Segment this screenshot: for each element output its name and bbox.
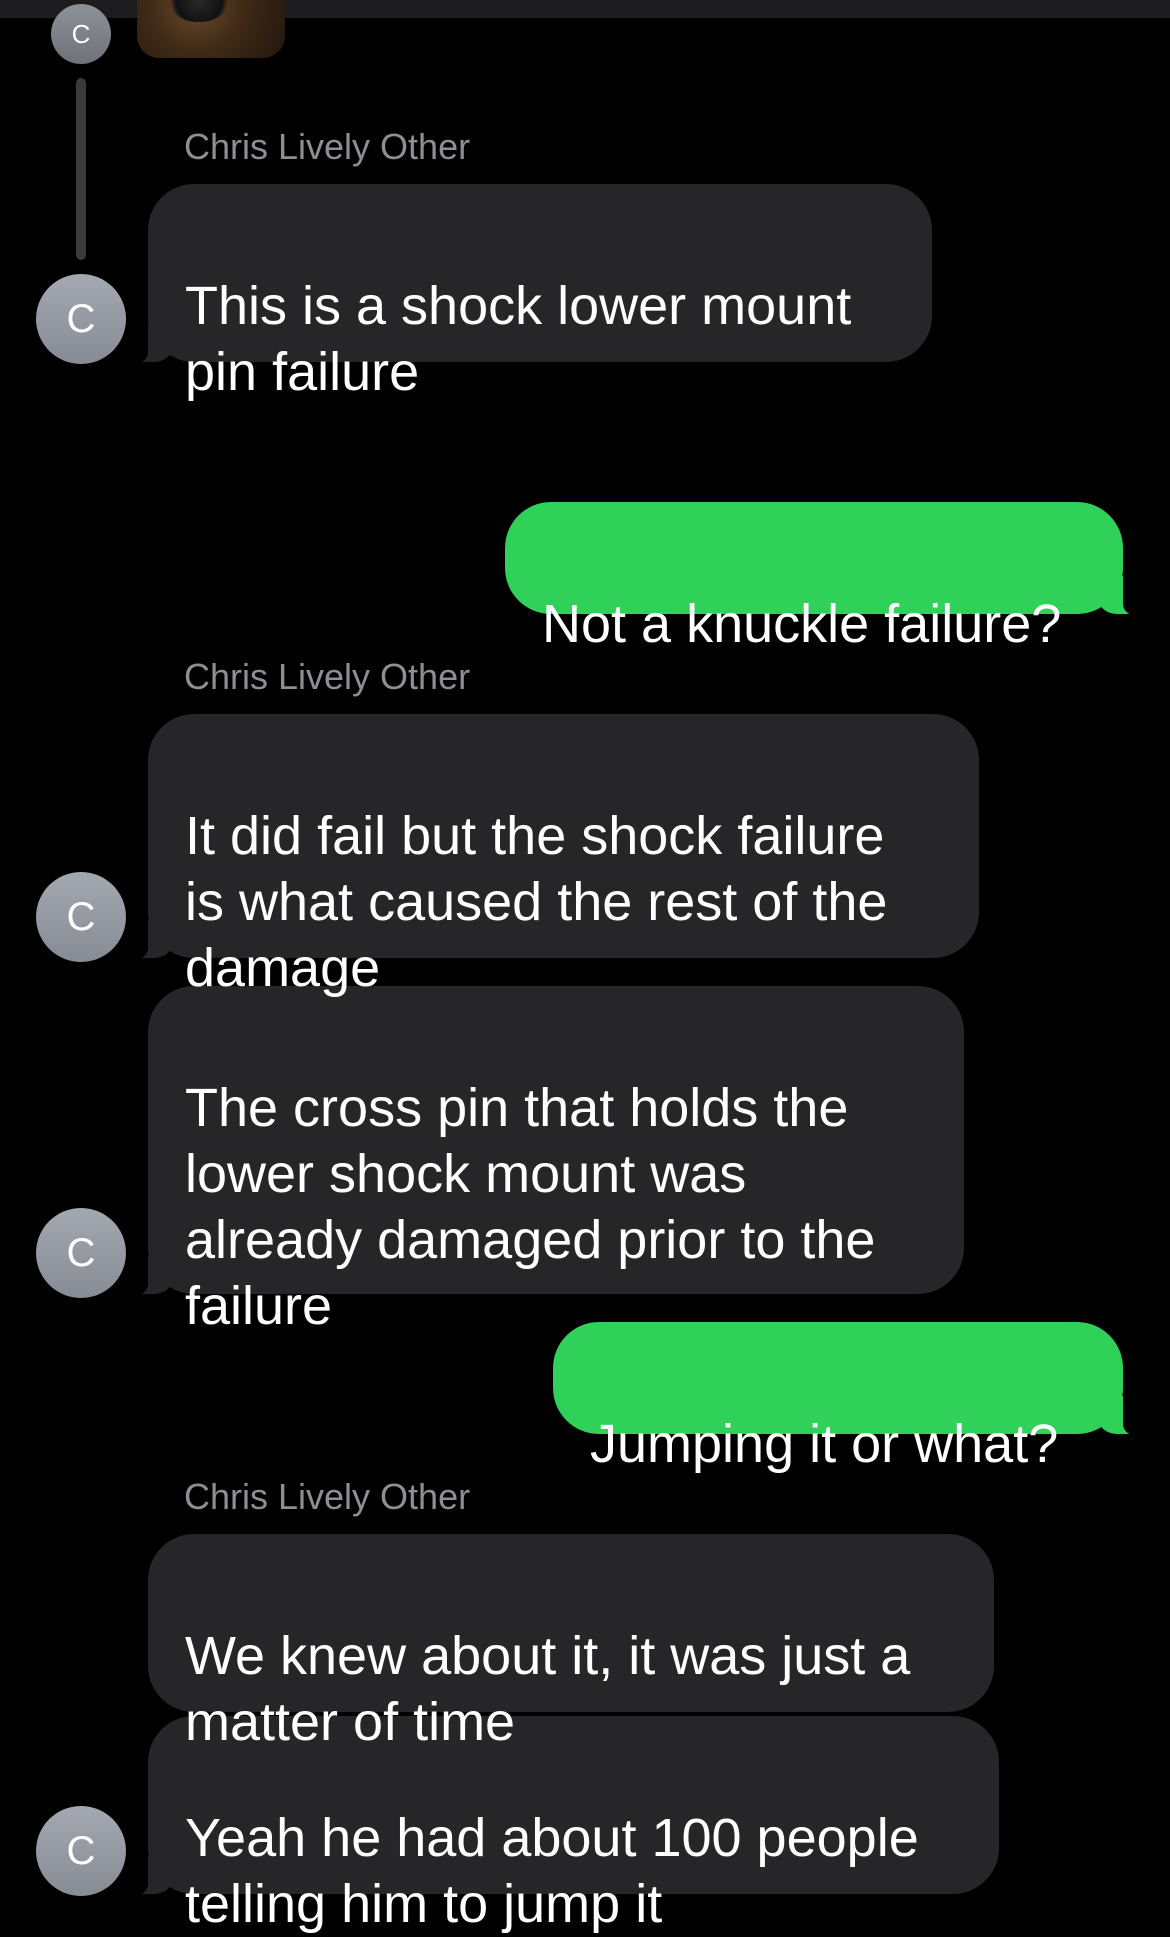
message-bubble-incoming[interactable]: We knew about it, it was just a matter o… — [148, 1534, 994, 1752]
message-bubble-outgoing[interactable]: Jumping it or what? — [553, 1322, 1149, 1474]
message-bubble-incoming[interactable]: This is a shock lower mount pin failure — [122, 184, 932, 402]
message-bubble-incoming[interactable]: The cross pin that holds the lower shock… — [122, 986, 964, 1336]
sender-name: Chris Lively Other — [184, 656, 471, 697]
avatar[interactable]: C — [36, 872, 126, 962]
avatar[interactable]: C — [36, 1806, 126, 1896]
message-text: It did fail but the shock failure is wha… — [185, 806, 888, 998]
message-text: Yeah he had about 100 people telling him… — [185, 1808, 919, 1934]
sender-name: Chris Lively Other — [184, 1476, 471, 1517]
message-text: Not a knuckle failure? — [542, 594, 1062, 654]
avatar[interactable]: C — [36, 274, 126, 364]
message-text: The cross pin that holds the lower shock… — [185, 1078, 876, 1336]
image-attachment-thumbnail[interactable] — [137, 0, 285, 58]
message-bubble-outgoing[interactable]: Not a knuckle failure? — [505, 502, 1149, 654]
avatar[interactable]: C — [36, 1208, 126, 1298]
sender-name: Chris Lively Other — [184, 126, 471, 167]
avatar[interactable]: C — [51, 4, 111, 64]
message-text: This is a shock lower mount pin failure — [185, 276, 852, 402]
message-bubble-incoming[interactable]: It did fail but the shock failure is wha… — [122, 714, 979, 998]
reply-thread-line — [76, 78, 86, 260]
message-text: Jumping it or what? — [590, 1414, 1059, 1474]
